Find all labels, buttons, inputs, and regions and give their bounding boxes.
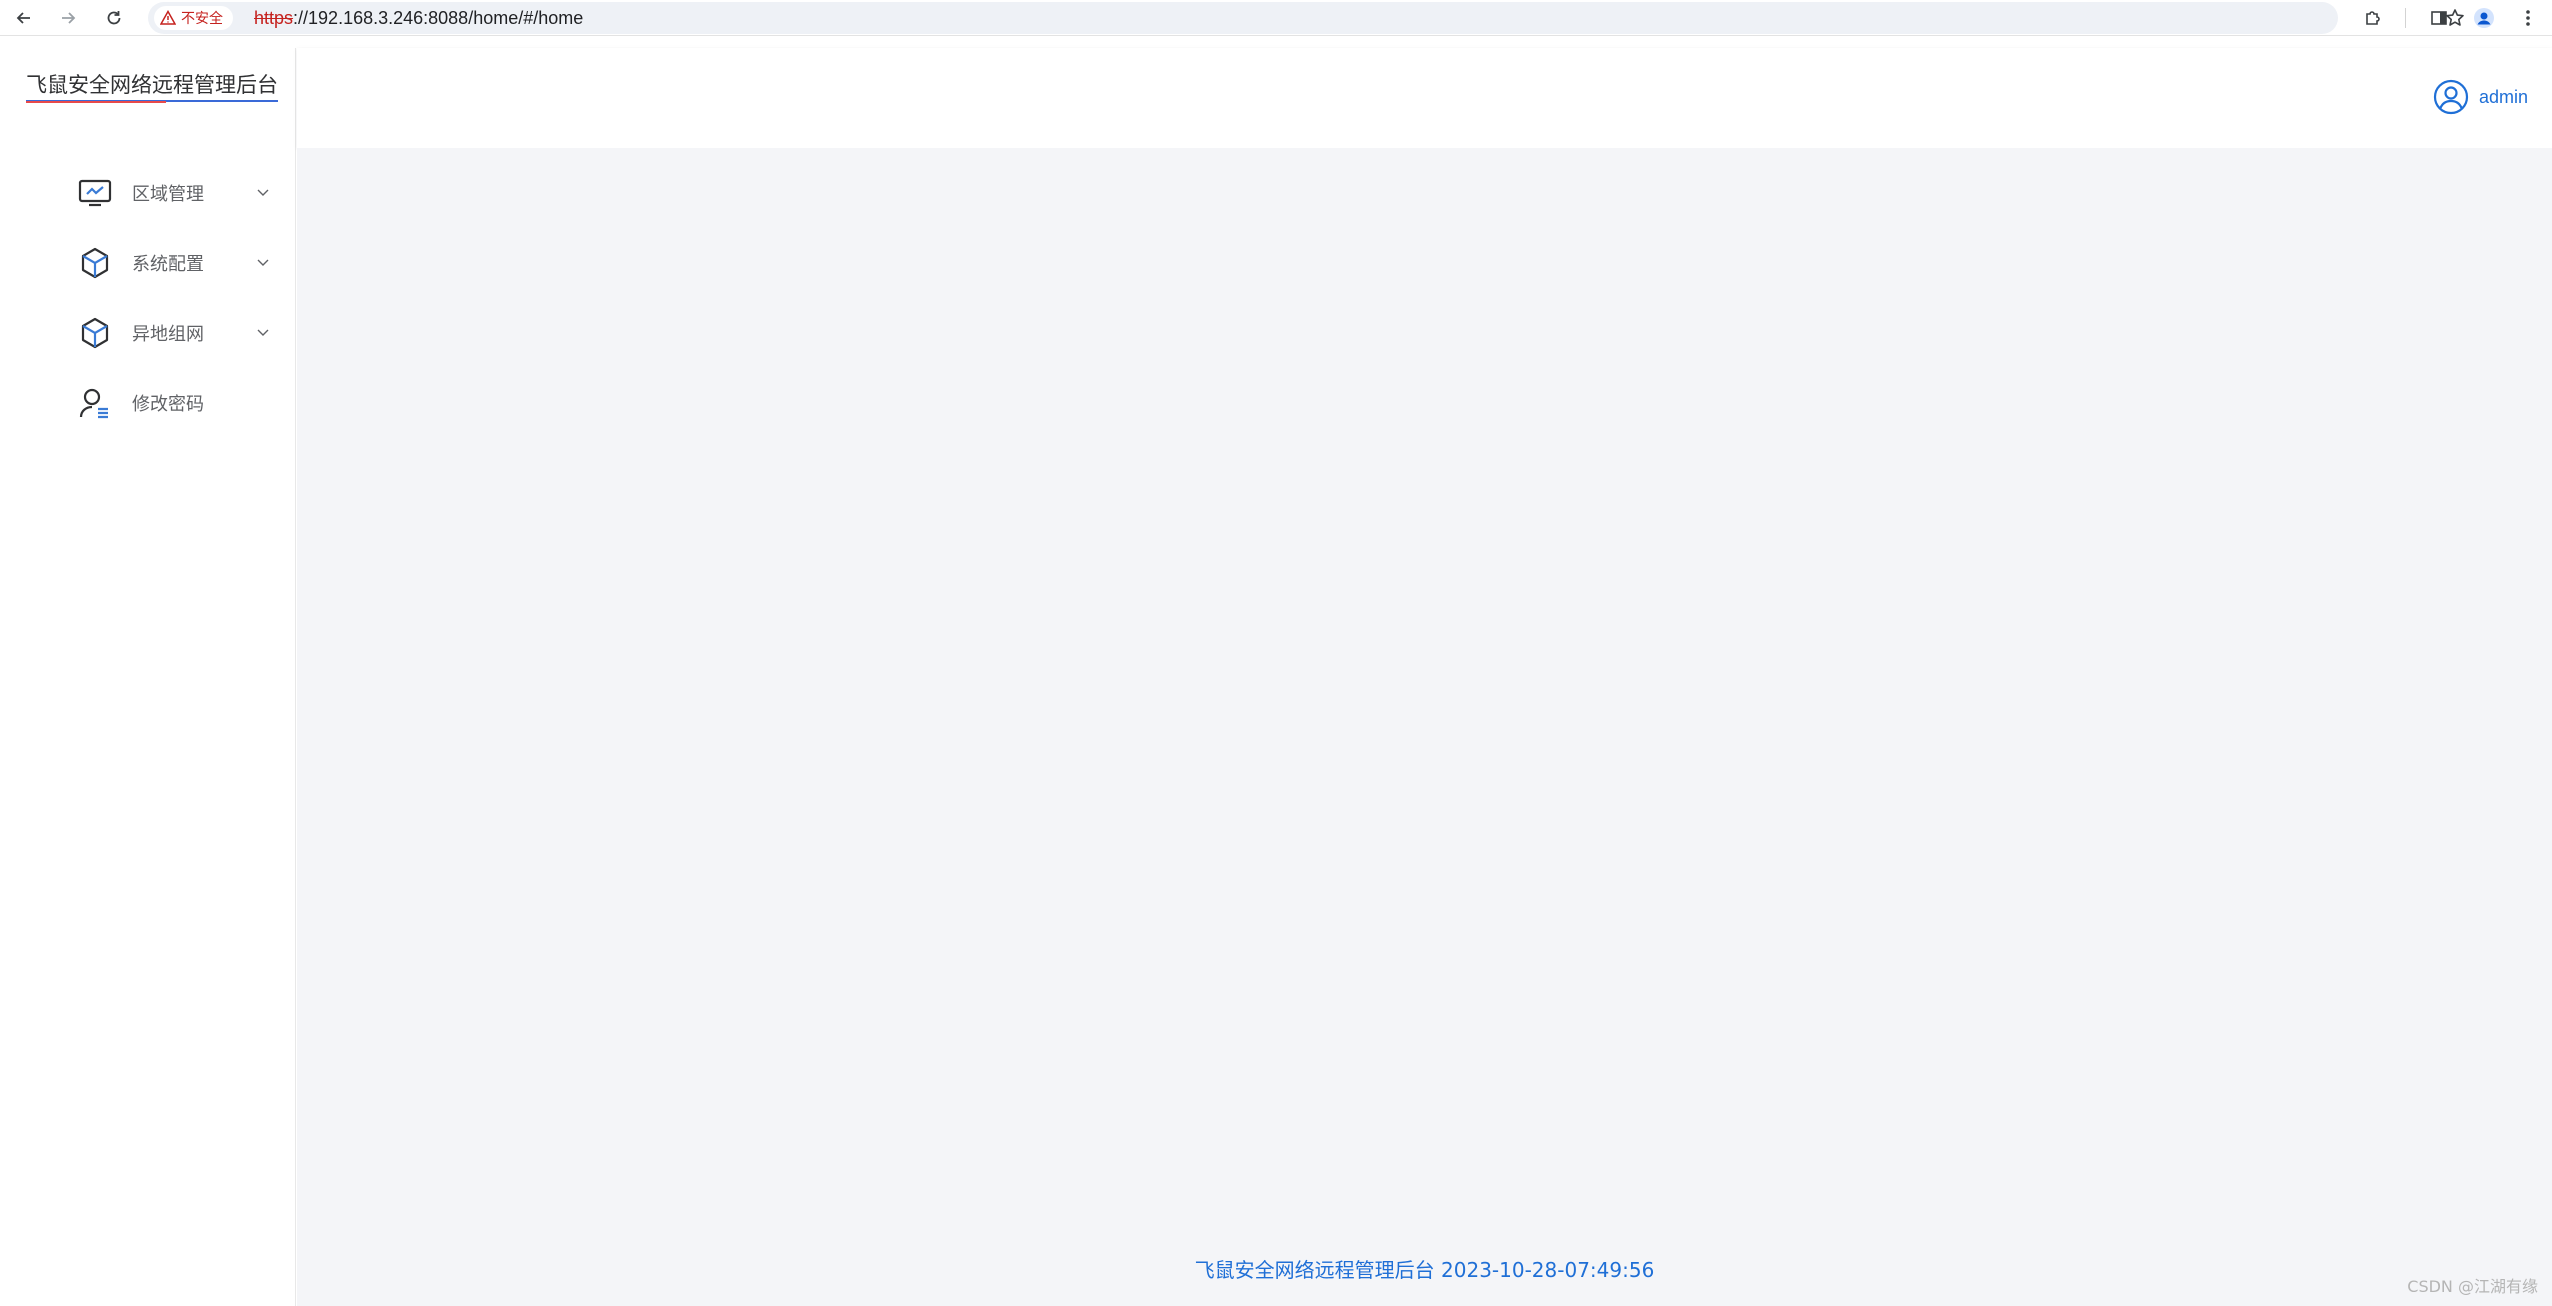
address-bar[interactable]: 不安全 https://192.168.3.246:8088/home/#/ho… <box>148 2 2464 34</box>
toolbar-divider <box>2405 8 2406 28</box>
sidebar-item-label: 系统配置 <box>132 254 204 275</box>
sidebar-item-label: 修改密码 <box>132 394 204 415</box>
more-vert-icon <box>2526 10 2530 26</box>
sidebar: 飞鼠安全网络远程管理后台 区域管理 系统配置 异地组网 修改密码 <box>0 48 296 1306</box>
user-circle-icon <box>2433 79 2469 115</box>
chevron-down-icon <box>255 325 271 341</box>
forward-button[interactable] <box>56 6 80 30</box>
monitor-chart-icon <box>78 176 112 210</box>
extensions-button[interactable] <box>2361 6 2385 30</box>
reload-icon <box>107 11 121 25</box>
top-header: admin <box>297 48 2552 148</box>
arrow-right-icon <box>62 12 76 24</box>
url-path: ://192.168.3.246:8088/home/#/home <box>293 8 584 28</box>
profile-icon <box>2474 8 2494 28</box>
user-list-icon <box>78 386 112 420</box>
footer-text: 飞鼠安全网络远程管理后台 2023-10-28-07:49:56 <box>1194 1258 1655 1282</box>
arrow-left-icon <box>16 12 30 24</box>
side-panel-icon <box>2431 11 2447 25</box>
browser-toolbar: 不安全 https://192.168.3.246:8088/home/#/ho… <box>0 0 2552 36</box>
security-chip[interactable]: 不安全 <box>154 6 233 30</box>
sidebar-item-label: 区域管理 <box>132 184 204 205</box>
sidebar-item-area-management[interactable]: 区域管理 <box>0 158 295 228</box>
side-panel-button[interactable] <box>2427 6 2451 30</box>
chevron-down-icon <box>255 255 271 271</box>
url-scheme: https <box>254 8 294 28</box>
puzzle-icon <box>2366 11 2380 25</box>
watermark: CSDN @江湖有缘 <box>2407 1277 2538 1296</box>
cube-icon <box>78 246 112 280</box>
sidebar-item-system-config[interactable]: 系统配置 <box>0 228 295 298</box>
sidebar-item-change-password[interactable]: 修改密码 <box>0 368 295 438</box>
main-content: 飞鼠安全网络远程管理后台 2023-10-28-07:49:56 CSDN @江… <box>297 148 2552 1306</box>
insecure-label: 不安全 <box>181 11 223 27</box>
sidebar-item-remote-network[interactable]: 异地组网 <box>0 298 295 368</box>
browser-menu-button[interactable] <box>2516 6 2540 30</box>
user-menu[interactable]: admin <box>2433 79 2528 115</box>
warning-icon <box>160 10 176 25</box>
chevron-down-icon <box>255 185 271 201</box>
username[interactable]: admin <box>2479 87 2528 108</box>
spellcheck-underline <box>26 101 166 103</box>
reload-button[interactable] <box>102 6 126 30</box>
app-title: 飞鼠安全网络远程管理后台 <box>26 71 278 102</box>
back-button[interactable] <box>12 6 36 30</box>
profile-button[interactable] <box>2472 6 2496 30</box>
sidebar-item-label: 异地组网 <box>132 324 204 345</box>
url-text[interactable]: https://192.168.3.246:8088/home/#/home <box>254 8 583 28</box>
cube-icon <box>78 316 112 350</box>
